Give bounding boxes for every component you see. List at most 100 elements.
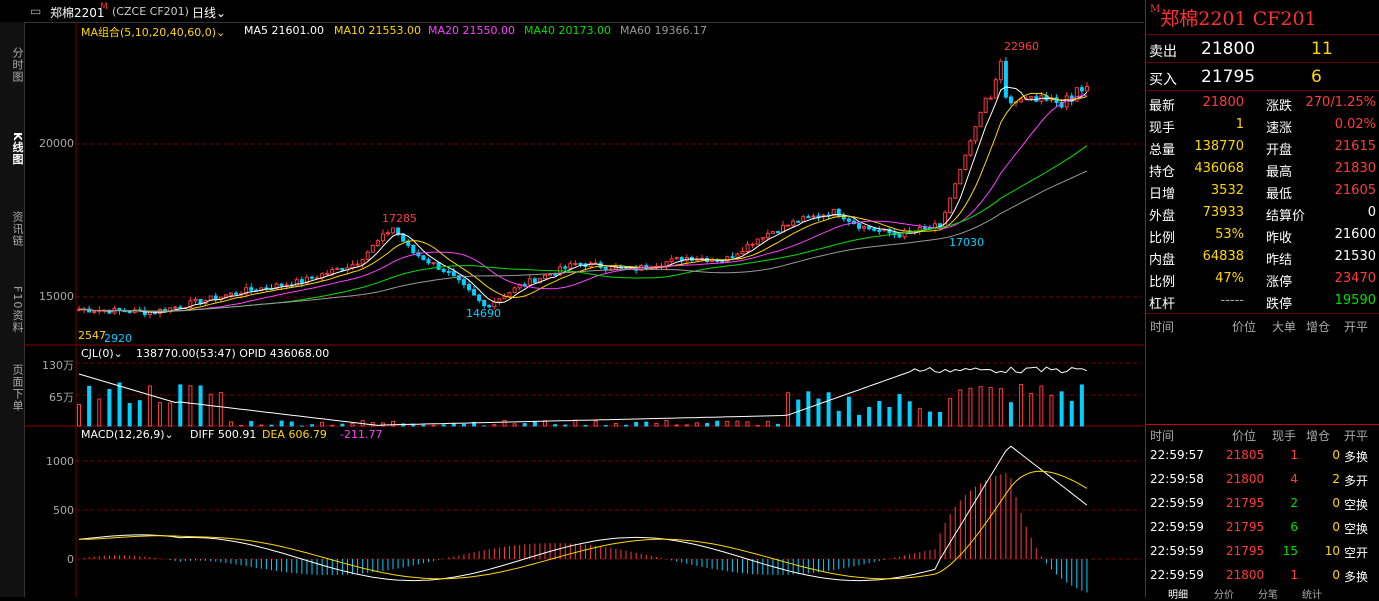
tab-kline[interactable]: K线图 (1, 124, 23, 174)
stat-row: 最新21800涨跌270/1.25% (1146, 92, 1379, 113)
candle-body (194, 300, 197, 301)
stat-value: 21605 (1335, 183, 1376, 198)
y-label-vol-130: 130万 (24, 357, 74, 373)
recent-low-label: 17030 (949, 236, 984, 249)
tab-price-dist[interactable]: 分价 (1214, 586, 1234, 601)
candle-body (366, 252, 369, 259)
candle-body (128, 312, 131, 313)
volume-bar (807, 392, 810, 426)
candle-body (371, 245, 374, 252)
chart-area[interactable]: MA组合(5,10,20,40,60,0)⌄ MA5 21601.00 MA10… (24, 22, 1144, 597)
period-selector[interactable]: 日线⌄ (192, 4, 226, 21)
candle-body (923, 228, 926, 229)
tab-detail[interactable]: 明细 (1168, 586, 1188, 601)
tab-news-chain[interactable]: 资讯链 (1, 204, 23, 254)
candle-body (878, 230, 881, 231)
ma-group-label: MA组合(5,10,20,40,60,0) (81, 26, 216, 39)
menu-icon[interactable]: ▭ (30, 4, 41, 18)
candle-body (761, 238, 764, 239)
stat-label: 内盘 (1149, 249, 1175, 268)
candle-body (771, 232, 774, 234)
tab-stats[interactable]: 统计 (1302, 586, 1322, 601)
candle-body (989, 98, 992, 99)
candle-body (457, 276, 460, 280)
ask-row[interactable]: 卖出 21800 11 (1146, 38, 1379, 59)
kline-chart-svg[interactable] (24, 22, 1144, 597)
volume-bar (746, 422, 749, 426)
macd-histogram (79, 473, 1087, 593)
tab-trades[interactable]: 分笔 (1258, 586, 1278, 601)
stat-label: 速涨 (1266, 117, 1292, 136)
tick-row[interactable]: 22:59:572180510多换 (1146, 444, 1379, 468)
stat-value: 0.02% (1335, 117, 1376, 132)
tick-row[interactable]: 22:59:592179560空换 (1146, 516, 1379, 540)
tick-type: 空换 (1344, 496, 1368, 513)
tab-timeshare[interactable]: 分时图 (1, 40, 23, 90)
ma40-line (79, 146, 1087, 312)
ask-price: 21800 (1201, 39, 1255, 59)
stat-value: 1 (1236, 117, 1244, 132)
candle-body (381, 234, 384, 241)
volume-bar (310, 425, 313, 426)
tick-row[interactable]: 22:59:59217951510空开 (1146, 540, 1379, 564)
candle-body (675, 258, 678, 259)
volume-bar (928, 412, 931, 426)
volume-bar (280, 421, 283, 426)
volume-bar (969, 388, 972, 426)
tick-row[interactable]: 22:59:592179520空换 (1146, 492, 1379, 516)
candle-body (397, 228, 400, 234)
candle-body (331, 270, 334, 274)
candle-body (473, 290, 476, 295)
volume-bar (179, 385, 182, 426)
volume-bar (635, 423, 638, 426)
bid-row[interactable]: 买入 21795 6 (1146, 66, 1379, 87)
volume-indicator-selector[interactable]: CJL(0)⌄ (81, 347, 123, 360)
stat-row: 内盘64838昨结21530 (1146, 246, 1379, 267)
candle-body (235, 293, 238, 294)
candle-body (452, 272, 455, 276)
volume-bar (1040, 386, 1043, 426)
tick-row[interactable]: 22:59:592180010多换 (1146, 564, 1379, 588)
ma10-legend: MA10 21553.00 (334, 24, 421, 37)
candle-body (604, 267, 607, 269)
candle-body (478, 295, 481, 300)
divider (1146, 90, 1379, 91)
quote-title-text: 郑棉2201 CF201 (1160, 8, 1316, 30)
tick-time: 22:59:59 (1150, 496, 1204, 510)
volume-bar (736, 421, 739, 426)
volume-bar (78, 405, 81, 426)
left-tab-bar: 分时图 K线图 资讯链 F10资料 页面下单 (0, 22, 25, 597)
bid-qty: 6 (1311, 67, 1322, 87)
macd-indicator-selector[interactable]: MACD(12,26,9)⌄ (81, 428, 174, 441)
candle-body (574, 263, 577, 264)
volume-bar (797, 400, 800, 426)
tab-f10[interactable]: F10资料 (1, 280, 23, 340)
stat-value: 270/1.25% (1306, 95, 1377, 110)
local-low-label: 14690 (466, 307, 501, 320)
candle-body (994, 80, 997, 98)
symbol-label[interactable]: 郑棉2201 (50, 4, 105, 21)
volume-bar (999, 389, 1002, 426)
stat-label: 昨收 (1266, 227, 1292, 246)
ma-group-selector[interactable]: MA组合(5,10,20,40,60,0)⌄ (81, 24, 225, 40)
ma40-legend: MA40 20173.00 (524, 24, 611, 37)
macd-dea: DEA 606.79 (262, 428, 327, 441)
candle-body (964, 155, 967, 169)
tick-price: 21805 (1226, 448, 1264, 462)
main-contract-mark: M (100, 2, 108, 12)
candle-body (503, 297, 506, 299)
volume-bar (716, 421, 719, 426)
tick-row[interactable]: 22:59:582180042多开 (1146, 468, 1379, 492)
candle-body (427, 260, 430, 263)
volume-bar (564, 425, 567, 426)
stat-value: 47% (1215, 271, 1244, 286)
volume-bar (260, 425, 263, 426)
candle-body (310, 277, 313, 278)
tab-order[interactable]: 页面下单 (1, 358, 23, 418)
tick-type: 空换 (1344, 520, 1368, 537)
candle-body (797, 221, 800, 222)
volume-bar (108, 389, 111, 426)
candle-body (533, 279, 536, 283)
candle-body (437, 263, 440, 270)
stat-label: 外盘 (1149, 205, 1175, 224)
